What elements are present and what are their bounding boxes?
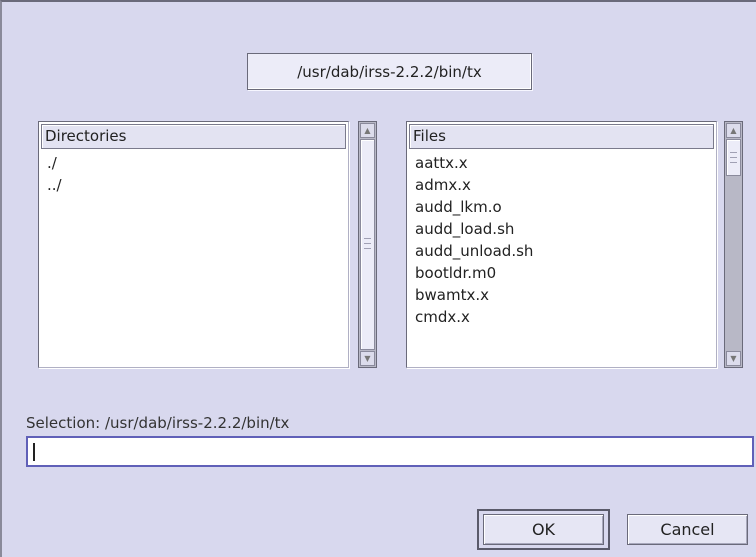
cancel-button[interactable]: Cancel (627, 514, 748, 545)
files-header: Files (409, 124, 714, 149)
scroll-up-arrow-icon[interactable]: ▲ (726, 123, 741, 138)
directories-scrollbar[interactable]: ▲ ▼ (358, 121, 377, 368)
current-path-display[interactable]: /usr/dab/irss-2.2.2/bin/tx (247, 53, 532, 90)
file-item[interactable]: bwamtx.x (415, 284, 712, 306)
ok-button[interactable]: OK (483, 514, 604, 545)
current-path-text: /usr/dab/irss-2.2.2/bin/tx (297, 62, 482, 81)
scroll-down-arrow-icon[interactable]: ▼ (360, 351, 375, 366)
directories-scroll-thumb[interactable] (360, 139, 375, 350)
files-scrollbar[interactable]: ▲ ▼ (724, 121, 743, 368)
file-item[interactable]: audd_load.sh (415, 218, 712, 240)
file-item[interactable]: bootldr.m0 (415, 262, 712, 284)
file-selection-dialog: /usr/dab/irss-2.2.2/bin/tx Directories .… (0, 0, 756, 557)
scroll-down-arrow-icon[interactable]: ▼ (726, 351, 741, 366)
file-item[interactable]: audd_unload.sh (415, 240, 712, 262)
selection-label: Selection: /usr/dab/irss-2.2.2/bin/tx (26, 414, 290, 432)
files-scroll-thumb[interactable] (726, 139, 741, 176)
selection-input[interactable] (26, 436, 754, 467)
directory-item-current[interactable]: ./ (47, 152, 344, 174)
file-item[interactable]: admx.x (415, 174, 712, 196)
directories-list[interactable]: Directories ./ ../ (38, 121, 349, 368)
file-item[interactable]: aattx.x (415, 152, 712, 174)
scroll-up-arrow-icon[interactable]: ▲ (360, 123, 375, 138)
text-caret (33, 443, 35, 461)
file-item[interactable]: audd_lkm.o (415, 196, 712, 218)
file-item[interactable]: cmdx.x (415, 306, 712, 328)
directories-header: Directories (41, 124, 346, 149)
files-list[interactable]: Files aattx.x admx.x audd_lkm.o audd_loa… (406, 121, 717, 368)
directory-item-parent[interactable]: ../ (47, 174, 344, 196)
